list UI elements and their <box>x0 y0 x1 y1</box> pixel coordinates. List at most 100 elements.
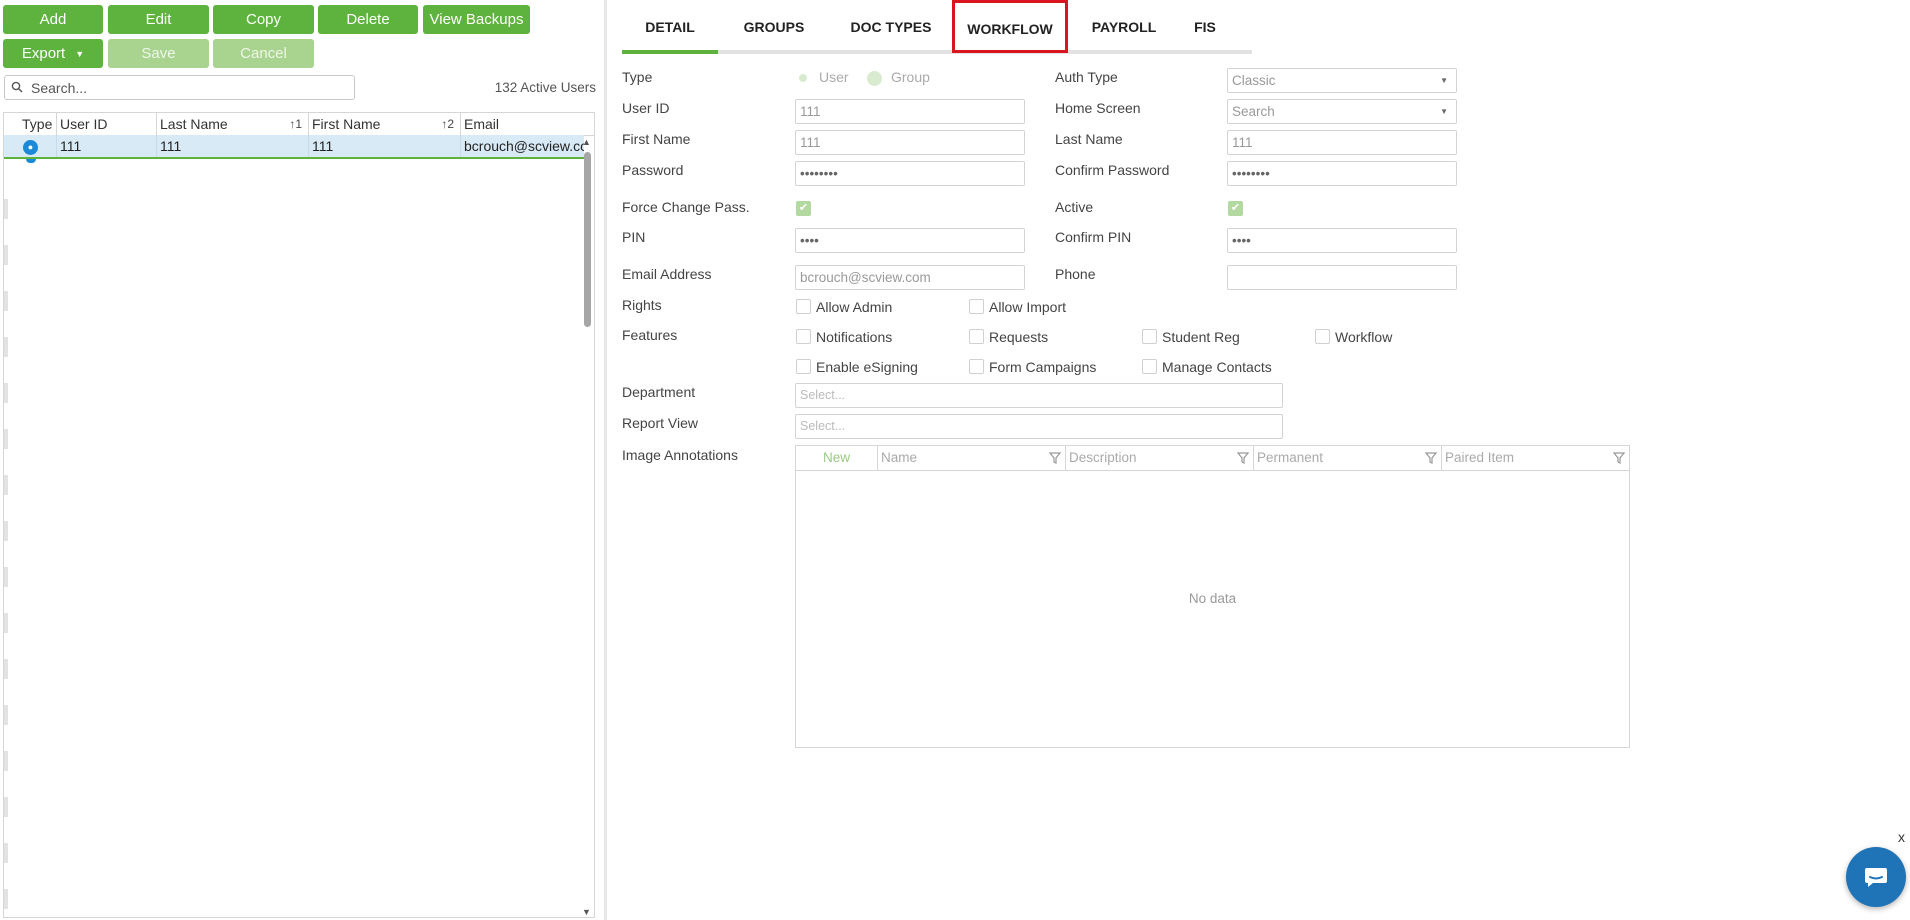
table-row[interactable]: ● 111 111 111 bcrouch@scview.co <box>4 135 584 159</box>
auth-type-value: Classic <box>1232 73 1276 88</box>
type-user-label: User <box>819 69 849 85</box>
tab-fis[interactable]: FIS <box>1180 8 1230 50</box>
column-header-paired-item[interactable]: Paired Item <box>1442 446 1629 470</box>
column-header-last-name[interactable]: Last Name ↑1 <box>157 113 309 135</box>
confirm-pin-field[interactable]: •••• <box>1227 228 1457 253</box>
chat-icon <box>1865 868 1887 887</box>
filter-icon[interactable] <box>1049 452 1061 464</box>
column-header-email[interactable]: Email <box>461 113 594 135</box>
delete-button[interactable]: Delete <box>318 5 418 34</box>
pin-field[interactable]: •••• <box>795 228 1025 253</box>
type-user-radio[interactable] <box>799 74 807 82</box>
cell-first-name: 111 <box>309 135 461 157</box>
scroll-thumb[interactable] <box>584 152 591 327</box>
tab-groups[interactable]: GROUPS <box>724 8 824 50</box>
home-screen-select[interactable]: Search ▼ <box>1227 99 1457 124</box>
dropdown-caret-icon: ▼ <box>1440 107 1448 116</box>
column-header-description[interactable]: Description <box>1066 446 1254 470</box>
enable-esigning-checkbox[interactable] <box>796 359 811 374</box>
user-type-icon <box>26 159 36 163</box>
tab-payroll[interactable]: PAYROLL <box>1074 8 1174 50</box>
chat-close-button[interactable]: x <box>1898 829 1905 845</box>
workflow-checkbox[interactable] <box>1315 329 1330 344</box>
manage-contacts-checkbox[interactable] <box>1142 359 1157 374</box>
empty-state: No data <box>1188 591 1237 606</box>
save-button[interactable]: Save <box>108 39 209 68</box>
sort-indicator-icon: ↑2 <box>441 117 454 131</box>
phone-label: Phone <box>1055 266 1096 282</box>
type-group-radio[interactable] <box>867 71 882 86</box>
user-type-icon: ● <box>23 140 38 155</box>
search-icon <box>11 80 23 96</box>
phone-field[interactable] <box>1227 265 1457 290</box>
allow-admin-label: Allow Admin <box>816 299 893 315</box>
auth-type-select[interactable]: Classic ▼ <box>1227 68 1457 93</box>
column-header-description-label: Description <box>1069 450 1137 465</box>
force-change-label: Force Change Pass. <box>622 199 750 215</box>
form-campaigns-label: Form Campaigns <box>989 359 1097 375</box>
allow-admin-checkbox[interactable] <box>796 299 811 314</box>
confirm-password-label: Confirm Password <box>1055 162 1170 178</box>
confirm-password-field[interactable]: •••••••• <box>1227 161 1457 186</box>
tab-workflow[interactable]: WORKFLOW <box>952 0 1068 53</box>
column-header-name[interactable]: Name <box>878 446 1066 470</box>
pin-label: PIN <box>622 229 646 245</box>
confirm-pin-label: Confirm PIN <box>1055 229 1132 245</box>
type-label: Type <box>622 69 653 85</box>
filter-icon[interactable] <box>1237 452 1249 464</box>
image-annotations-header: New Name Description Permanent Paired It… <box>796 446 1629 471</box>
allow-import-label: Allow Import <box>989 299 1067 315</box>
view-backups-button[interactable]: View Backups <box>423 5 530 34</box>
scroll-up-icon[interactable]: ▲ <box>582 137 591 147</box>
form-campaigns-checkbox[interactable] <box>969 359 984 374</box>
home-screen-label: Home Screen <box>1055 100 1141 116</box>
edit-button[interactable]: Edit <box>108 5 209 34</box>
user-id-field[interactable]: 111 <box>795 99 1025 124</box>
password-field[interactable]: •••••••• <box>795 161 1025 186</box>
column-header-first-name[interactable]: First Name ↑2 <box>309 113 461 135</box>
last-name-field[interactable]: 111 <box>1227 130 1457 155</box>
active-checkbox[interactable]: ✔ <box>1228 201 1243 216</box>
report-view-select[interactable]: Select... <box>795 414 1283 439</box>
enable-esigning-label: Enable eSigning <box>816 359 918 375</box>
checkmark-icon: ✔ <box>1230 202 1241 214</box>
column-header-type[interactable]: Type <box>4 113 57 135</box>
department-select[interactable]: Select... <box>795 383 1283 408</box>
manage-contacts-label: Manage Contacts <box>1162 359 1272 375</box>
cancel-button[interactable]: Cancel <box>213 39 314 68</box>
scroll-down-icon[interactable]: ▼ <box>582 907 591 917</box>
email-field[interactable]: bcrouch@scview.com <box>795 265 1025 290</box>
new-annotation-button[interactable]: New <box>796 446 878 470</box>
dropdown-caret-icon: ▼ <box>1440 76 1448 85</box>
chat-launcher-button[interactable] <box>1846 847 1906 907</box>
export-button[interactable]: Export ▼ <box>3 39 103 68</box>
sort-indicator-icon: ↑1 <box>289 117 302 131</box>
student-reg-label: Student Reg <box>1162 329 1240 345</box>
notifications-checkbox[interactable] <box>796 329 811 344</box>
cell-user-id: 111 <box>57 135 157 157</box>
tab-doc-types[interactable]: DOC TYPES <box>832 8 950 50</box>
requests-checkbox[interactable] <box>969 329 984 344</box>
requests-label: Requests <box>989 329 1049 345</box>
column-header-permanent[interactable]: Permanent <box>1254 446 1442 470</box>
grid-scrollbar[interactable]: ▲ ▼ <box>581 137 593 917</box>
pane-splitter[interactable] <box>604 0 607 920</box>
password-label: Password <box>622 162 684 178</box>
copy-button[interactable]: Copy <box>213 5 314 34</box>
search-input[interactable] <box>29 78 333 97</box>
first-name-field[interactable]: 111 <box>795 130 1025 155</box>
image-annotations-grid: New Name Description Permanent Paired It… <box>795 445 1630 748</box>
column-header-user-id[interactable]: User ID <box>57 113 157 135</box>
cell-email: bcrouch@scview.co <box>464 138 584 154</box>
tab-detail[interactable]: DETAIL <box>622 8 718 50</box>
student-reg-checkbox[interactable] <box>1142 329 1157 344</box>
active-label: Active <box>1055 199 1094 215</box>
first-name-label: First Name <box>622 131 691 147</box>
filter-icon[interactable] <box>1613 452 1625 464</box>
allow-import-checkbox[interactable] <box>969 299 984 314</box>
filter-icon[interactable] <box>1425 452 1437 464</box>
force-change-checkbox[interactable]: ✔ <box>796 201 811 216</box>
add-button[interactable]: Add <box>3 5 103 34</box>
active-users-count: 132 Active Users <box>494 80 596 95</box>
row-stubs <box>4 173 8 913</box>
